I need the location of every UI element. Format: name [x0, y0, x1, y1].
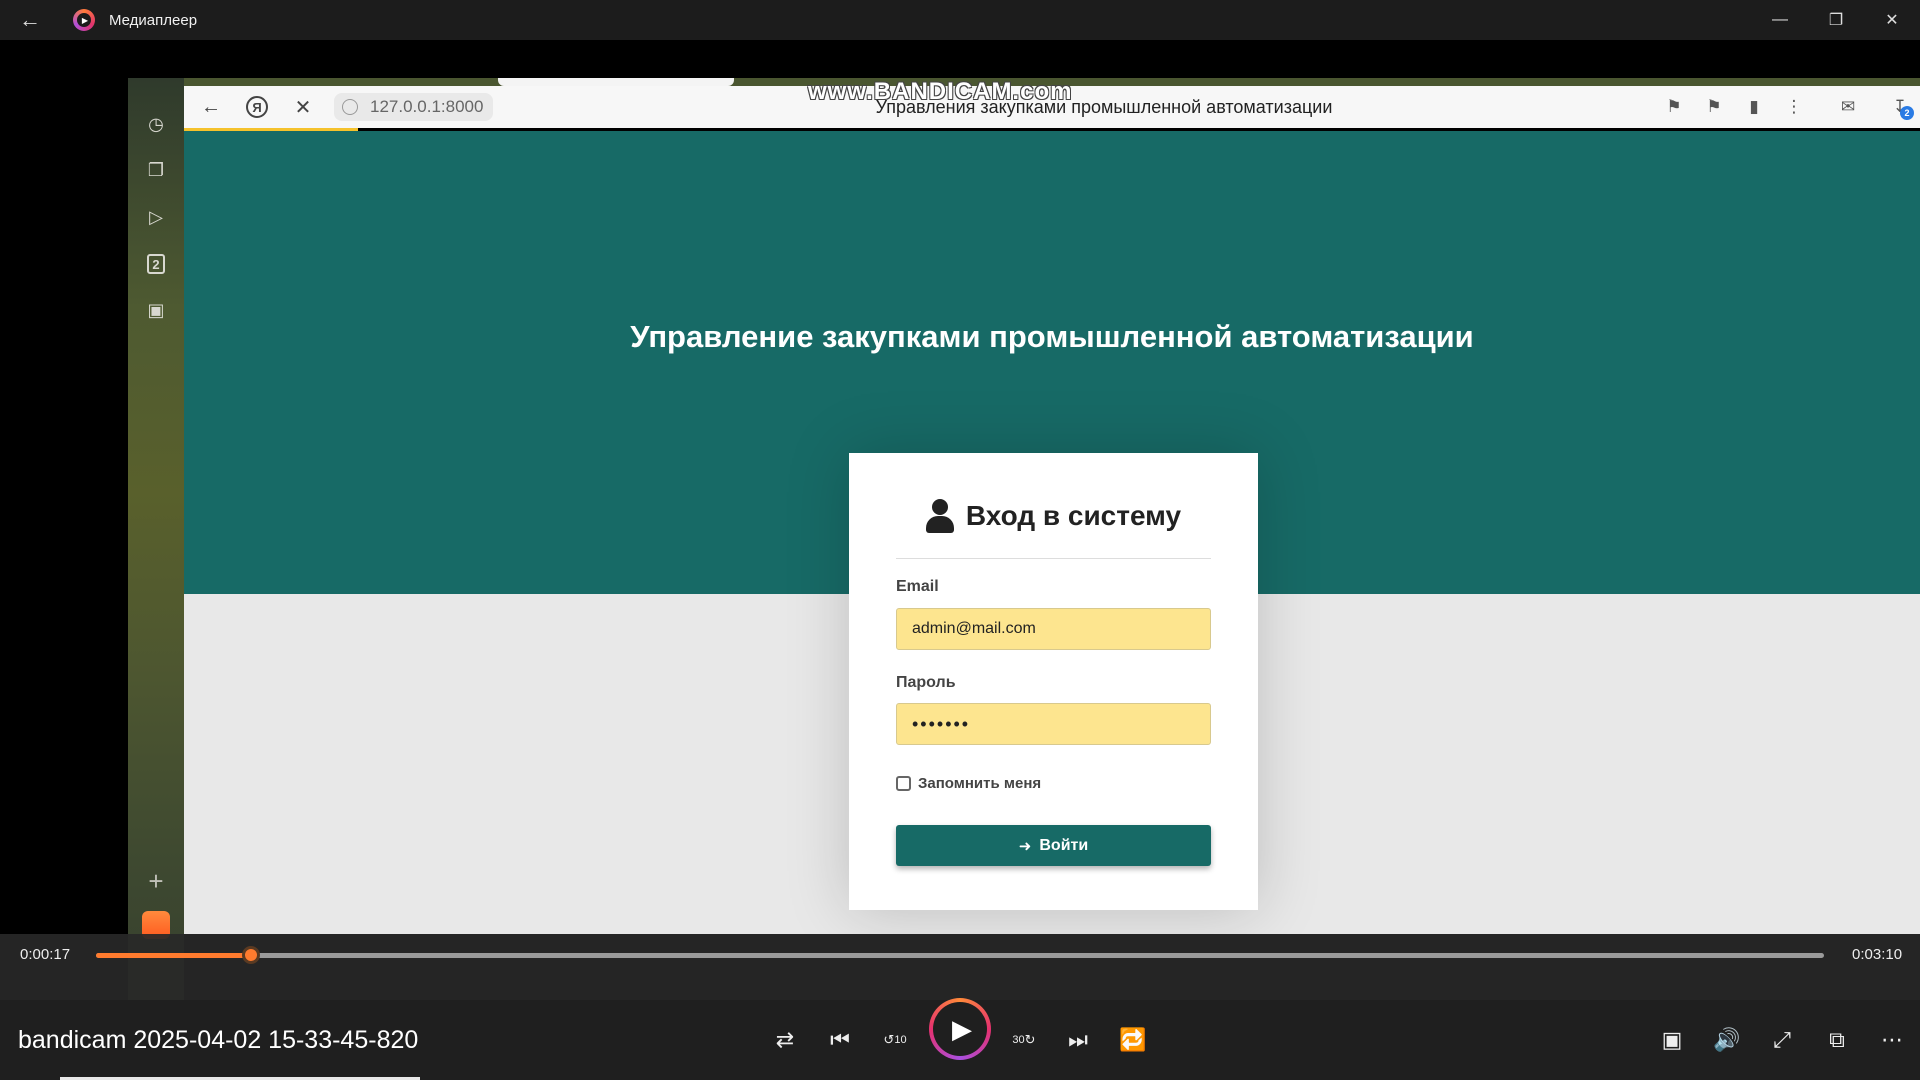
browser-toolbar: ← Я ✕ 127.0.0.1:8000 Управления закупкам… — [184, 78, 1920, 128]
back-arrow-icon[interactable]: ← — [0, 0, 60, 40]
next-icon[interactable]: ⏭ — [1058, 1020, 1098, 1060]
app-title: Медиаплеер — [109, 11, 198, 29]
previous-icon[interactable]: ⏮ — [820, 1020, 860, 1060]
extension-icon[interactable]: ⚑ — [1694, 86, 1734, 128]
seek-thumb[interactable] — [241, 946, 260, 964]
divider — [896, 558, 1211, 559]
play-icon: ▶ — [933, 1002, 987, 1056]
translate-icon[interactable]: ⚑ — [1654, 86, 1694, 128]
repeat-icon[interactable]: 🔁 — [1113, 1020, 1153, 1060]
remember-checkbox[interactable] — [896, 776, 911, 791]
bandicam-watermark: www.BANDICAM.com — [808, 78, 1073, 105]
video-frame[interactable]: ◷ ❐ ▷ 2 ▣ + ← Я ✕ 127.0.0.1:8000 Управле… — [0, 40, 1920, 1000]
globe-icon — [342, 99, 358, 115]
remember-me[interactable]: Запомнить меня — [896, 775, 1041, 792]
bookmark-icon[interactable]: ▮ — [1734, 86, 1774, 128]
collections-icon[interactable]: ❐ — [142, 156, 170, 184]
user-icon — [925, 499, 954, 533]
sign-in-icon: ➜ — [1018, 837, 1032, 855]
password-field[interactable]: ••••••• — [896, 703, 1211, 745]
login-title: Вход в систему — [965, 500, 1182, 531]
play-button[interactable]: ▶ — [929, 998, 991, 1060]
login-card: Вход в систему Email admin@mail.com Паро… — [849, 453, 1258, 910]
password-label: Пароль — [896, 674, 956, 691]
web-page: Управление закупками промышленной автома… — [184, 131, 1920, 934]
media-player-logo-icon: ▶ — [73, 9, 95, 31]
browser-tab[interactable] — [498, 78, 734, 86]
minimize-icon[interactable]: — — [1752, 0, 1808, 40]
stop-loading-icon[interactable]: ✕ — [284, 90, 322, 124]
browser-sidebar: ◷ ❐ ▷ 2 ▣ + — [128, 78, 184, 1000]
messages-icon[interactable]: ✉ — [1828, 86, 1868, 128]
skip-back-icon[interactable]: ↺ 10 — [875, 1020, 915, 1060]
address-bar[interactable]: 127.0.0.1:8000 — [334, 93, 494, 121]
login-button[interactable]: ➜ Войти — [896, 825, 1211, 866]
total-time: 0:03:10 — [1852, 946, 1903, 963]
video-icon[interactable]: ▷ — [142, 203, 170, 231]
seek-progress — [96, 953, 251, 958]
address-text: 127.0.0.1:8000 — [370, 97, 484, 116]
close-icon[interactable]: ✕ — [1864, 0, 1920, 40]
current-time: 0:00:17 — [20, 946, 71, 963]
window-controls: — ❐ ✕ — [1752, 0, 1920, 40]
screenshot-icon[interactable]: ▣ — [142, 296, 170, 324]
downloads-icon[interactable]: ↧ 2 — [1880, 86, 1920, 128]
email-label: Email — [896, 578, 939, 595]
restore-icon[interactable]: ❐ — [1808, 0, 1864, 40]
volume-icon[interactable]: 🔊 — [1707, 1020, 1747, 1060]
remember-label: Запомнить меня — [918, 775, 1042, 792]
title-bar: ← ▶ Медиаплеер — ❐ ✕ — [0, 0, 1920, 40]
browser-back-icon[interactable]: ← — [192, 90, 230, 124]
seek-track[interactable] — [96, 946, 1824, 964]
history-icon[interactable]: ◷ — [142, 110, 170, 138]
shuffle-icon[interactable]: ⇄ — [765, 1020, 805, 1060]
fullscreen-icon[interactable]: ⤢ — [1762, 1020, 1802, 1060]
file-name: bandicam 2025-04-02 15-33-45-820 — [18, 1026, 419, 1054]
mini-player-icon[interactable]: ⧉ — [1817, 1020, 1857, 1060]
seek-bar-area: 0:00:17 0:03:10 — [0, 934, 1920, 1000]
more-vertical-icon[interactable]: ⋮ — [1774, 86, 1814, 128]
add-icon[interactable]: + — [142, 866, 170, 896]
more-icon[interactable]: ⋯ — [1872, 1020, 1912, 1060]
skip-forward-icon[interactable]: 30 ↻ — [1004, 1020, 1044, 1060]
page-title: Управление закупками промышленной автома… — [630, 319, 1474, 354]
login-heading: Вход в систему — [896, 499, 1211, 533]
yandex-icon[interactable]: Я — [238, 90, 276, 124]
email-field[interactable]: admin@mail.com — [896, 608, 1211, 650]
subtitles-icon[interactable]: ▣ — [1652, 1020, 1692, 1060]
toolbar-right-actions: ⚑ ⚑ ▮ ⋮ ✉ ↧ 2 — [1654, 86, 1920, 128]
login-button-label: Войти — [1039, 836, 1089, 854]
counter-badge-icon[interactable]: 2 — [142, 250, 170, 278]
